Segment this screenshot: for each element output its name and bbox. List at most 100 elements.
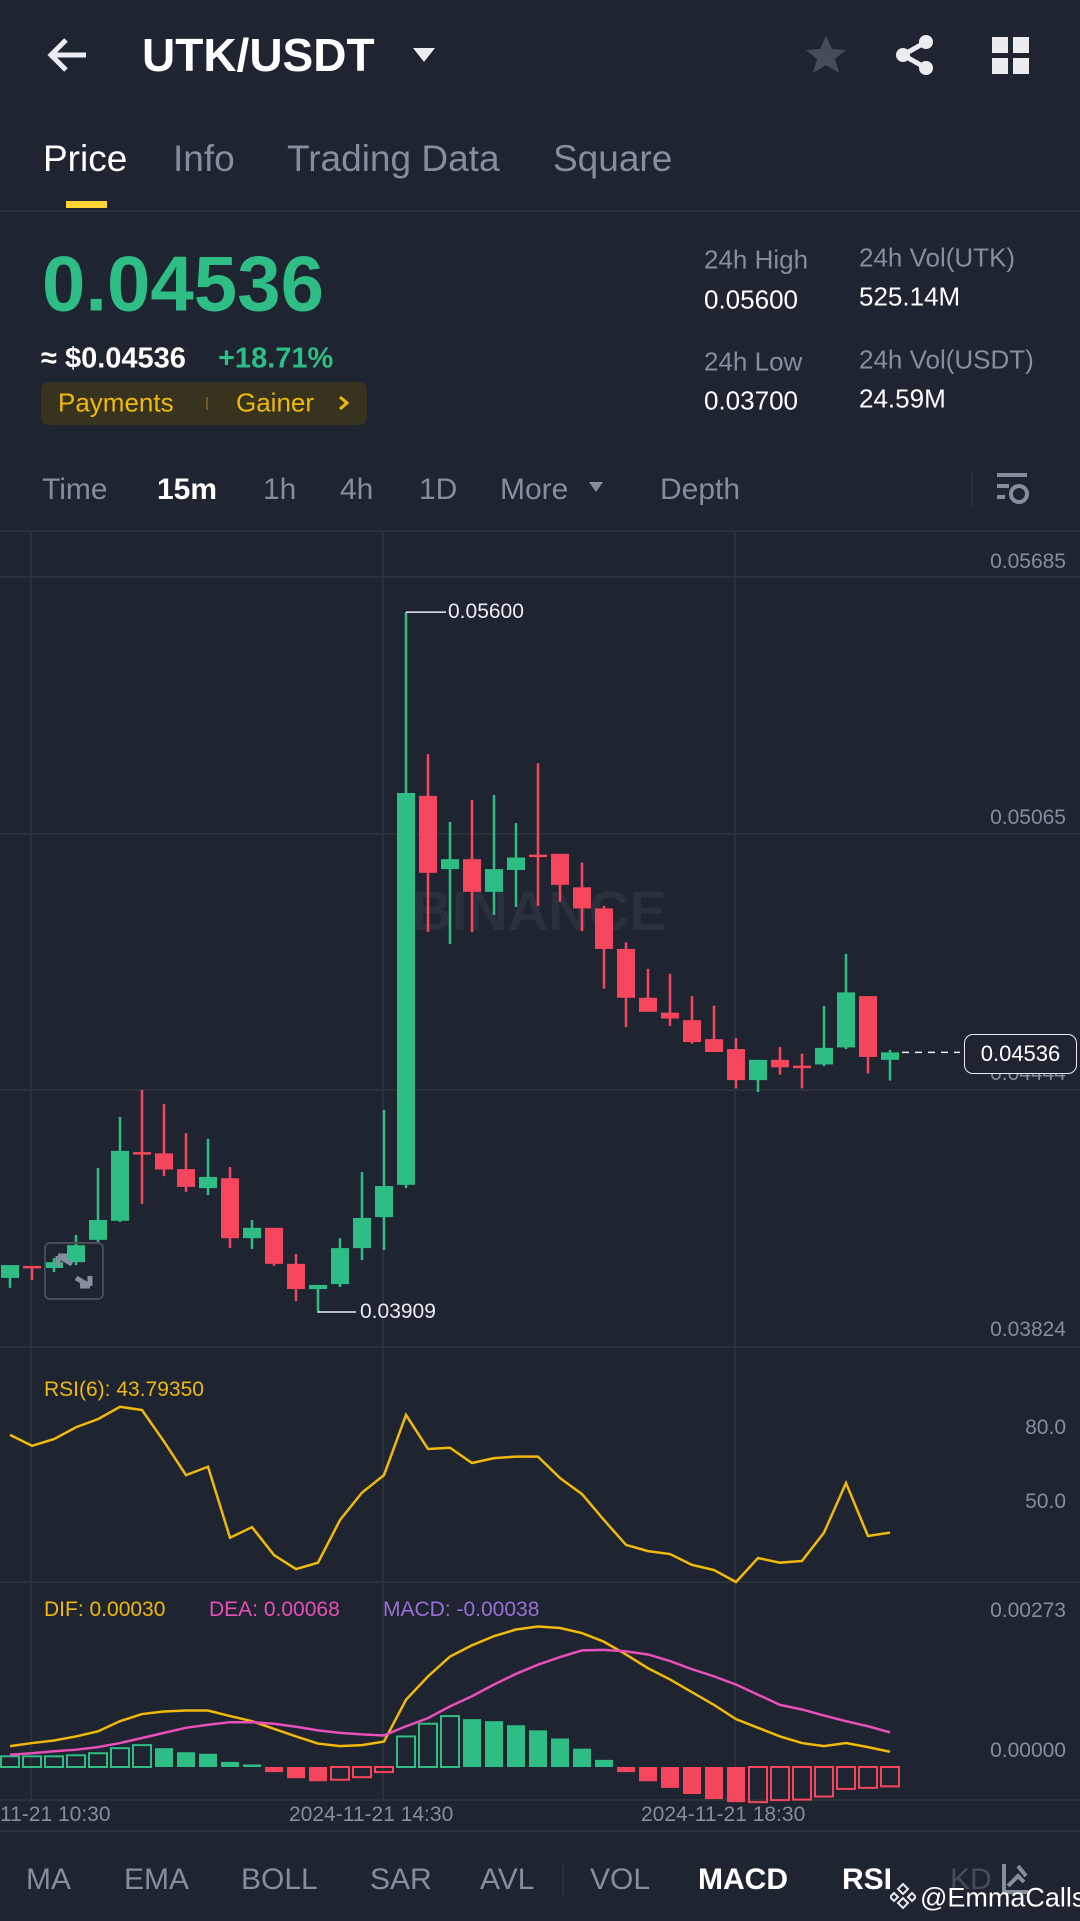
- macd-histogram-bar: [265, 1767, 283, 1773]
- macd-histogram-bar: [639, 1767, 657, 1782]
- macd-histogram-bar: [617, 1767, 635, 1773]
- candle-body: [199, 1176, 217, 1189]
- candle-body: [89, 1219, 107, 1240]
- candle-body: [177, 1169, 195, 1187]
- kline-chart[interactable]: BINANCE: [0, 0, 1080, 1921]
- macd-histogram-bar: [727, 1767, 745, 1803]
- macd-label: MACD: -0.00038: [383, 1598, 540, 1621]
- candle-body: [265, 1227, 283, 1264]
- macd-histogram-bar: [110, 1747, 130, 1768]
- candle-body: [793, 1065, 811, 1069]
- indicator-macd[interactable]: MACD: [698, 1863, 788, 1897]
- dif-line: [9, 1625, 891, 1753]
- indicator-ema[interactable]: EMA: [124, 1863, 189, 1897]
- macd-histogram-bar: [814, 1766, 834, 1798]
- macd-histogram-bar: [132, 1744, 152, 1768]
- macd-histogram-bar: [330, 1766, 350, 1781]
- macd-histogram-bar: [507, 1725, 525, 1767]
- indicator-rsi[interactable]: RSI: [842, 1863, 892, 1897]
- fullscreen-button[interactable]: [44, 1242, 104, 1300]
- macd-histogram-bar: [880, 1766, 900, 1788]
- macd-axis-label: 0.00000: [990, 1739, 1066, 1762]
- indicator-ma[interactable]: MA: [26, 1863, 71, 1897]
- macd-histogram-bar: [309, 1767, 327, 1782]
- candle-body: [1, 1265, 19, 1278]
- candle-body: [111, 1150, 129, 1221]
- candle-body: [397, 792, 415, 1185]
- macd-histogram-bar: [440, 1715, 460, 1768]
- macd-histogram-bar: [748, 1766, 768, 1804]
- macd-histogram-bar: [836, 1766, 856, 1790]
- macd-histogram-bar: [463, 1719, 481, 1767]
- candle-body: [529, 854, 547, 858]
- low-marker-label: 0.03909: [360, 1300, 436, 1323]
- macd-histogram-bar: [199, 1753, 217, 1767]
- candle-body: [859, 996, 877, 1057]
- candle-body: [617, 948, 635, 998]
- candle-body: [639, 997, 657, 1012]
- candle-body: [881, 1052, 899, 1060]
- macd-histogram-bar: [529, 1730, 547, 1767]
- candle-body: [573, 887, 591, 909]
- time-axis-label: 11-21 10:30: [0, 1803, 111, 1826]
- macd-histogram-bar: [66, 1754, 86, 1769]
- rsi-axis-label: 80.0: [1025, 1416, 1066, 1439]
- dea-line: [9, 1648, 891, 1757]
- divider: [562, 1863, 564, 1897]
- macd-axis-label: 0.00273: [990, 1599, 1066, 1622]
- candle-body: [23, 1265, 41, 1269]
- macd-histogram-bar: [683, 1767, 701, 1794]
- candle-body: [507, 857, 525, 870]
- expand-icon: [55, 1253, 93, 1289]
- rsi-axis-label: 50.0: [1025, 1490, 1066, 1513]
- macd-histogram-bar: [770, 1766, 790, 1802]
- candle-body: [815, 1047, 833, 1065]
- candle-body: [419, 795, 437, 873]
- macd-histogram-bar: [551, 1738, 569, 1767]
- macd-histogram-bar: [595, 1759, 613, 1767]
- time-axis-label: 2024-11-21 18:30: [641, 1803, 806, 1826]
- candle-body: [661, 1012, 679, 1019]
- candle-body: [353, 1217, 371, 1249]
- candle-body: [133, 1152, 151, 1155]
- macd-histogram-bar: [661, 1767, 679, 1788]
- rsi-label: RSI(6): 43.79350: [44, 1378, 204, 1401]
- macd-histogram-bar: [705, 1767, 723, 1800]
- candle-body: [375, 1186, 393, 1218]
- indicator-sar[interactable]: SAR: [370, 1863, 432, 1897]
- current-price-tag: 0.04536: [964, 1034, 1077, 1074]
- candle-body: [309, 1284, 327, 1290]
- macd-histogram-bar: [221, 1761, 239, 1767]
- price-axis-label: 0.05065: [990, 806, 1066, 829]
- price-axis-label: 0.03824: [990, 1318, 1066, 1341]
- candle-body: [771, 1059, 789, 1068]
- macd-histogram-bar: [243, 1764, 261, 1767]
- macd-histogram-bar: [88, 1752, 108, 1769]
- candle-body: [155, 1153, 173, 1170]
- macd-histogram-bar: [573, 1748, 591, 1767]
- indicator-boll[interactable]: BOLL: [241, 1863, 318, 1897]
- macd-histogram-bar: [155, 1748, 173, 1767]
- rsi-line: [9, 1405, 891, 1584]
- macd-histogram-bar: [396, 1735, 416, 1769]
- candle-body: [837, 992, 855, 1048]
- macd-histogram-bar: [352, 1766, 372, 1779]
- candle-body: [749, 1059, 767, 1081]
- candle-body: [683, 1020, 701, 1043]
- macd-histogram-bar: [792, 1766, 812, 1801]
- macd-histogram-bar: [0, 1755, 20, 1769]
- macd-histogram-bar: [418, 1722, 438, 1768]
- candle-body: [287, 1263, 305, 1290]
- binance-logo-icon: [890, 1882, 916, 1910]
- candle-body: [595, 908, 613, 949]
- candle-body: [331, 1248, 349, 1285]
- dea-label: DEA: 0.00068: [209, 1598, 340, 1621]
- indicator-vol[interactable]: VOL: [590, 1863, 650, 1897]
- candle-body: [705, 1039, 723, 1052]
- candle-body: [551, 853, 569, 885]
- dif-label: DIF: 0.00030: [44, 1598, 166, 1621]
- indicator-avl[interactable]: AVL: [480, 1863, 534, 1897]
- macd-histogram-bar: [44, 1755, 64, 1769]
- candle-body: [463, 859, 481, 892]
- user-watermark: @EmmaCalls: [920, 1882, 1080, 1913]
